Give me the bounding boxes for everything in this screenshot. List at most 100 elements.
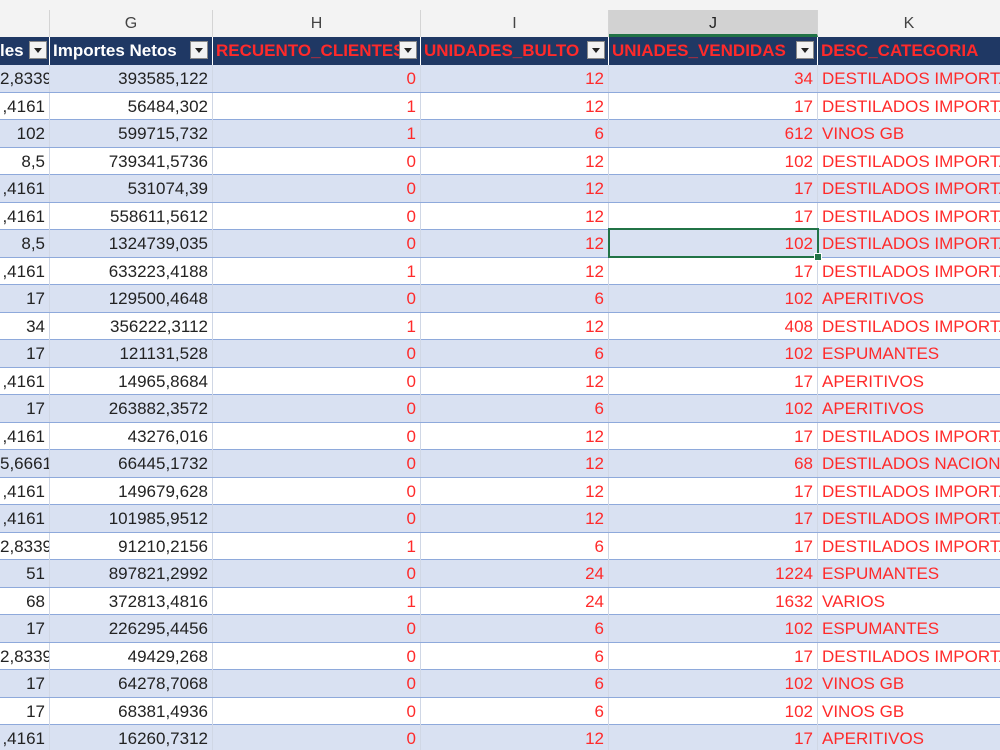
cell-unidades-bulto[interactable]: 12 — [421, 175, 609, 202]
column-header-j[interactable]: J — [609, 10, 818, 37]
cell-importes-netos[interactable]: 633223,4188 — [50, 257, 213, 285]
cell-uniades-vendidas[interactable]: 17 — [609, 477, 818, 505]
cell-desc-categoria[interactable]: DESTILADOS IMPORTA — [818, 230, 1000, 257]
cell-importes-netos[interactable]: 66445,1732 — [50, 450, 213, 477]
cell-recuento-clientes[interactable]: 0 — [213, 725, 421, 750]
cell-unidades-bulto[interactable]: 12 — [421, 257, 609, 285]
cell-desc-categoria[interactable]: DESTILADOS IMPORTA — [818, 148, 1000, 175]
cell-recuento-clientes[interactable]: 0 — [213, 615, 421, 642]
cell-importes-netos[interactable]: 129500,4648 — [50, 285, 213, 312]
cell-unidades-bulto[interactable]: 12 — [421, 65, 609, 92]
cell-recuento-clientes[interactable]: 1 — [213, 120, 421, 147]
cell-recuento-clientes[interactable]: 0 — [213, 395, 421, 422]
cell-desc-categoria[interactable]: DESTILADOS IMPORTA — [818, 65, 1000, 92]
cell-unidades-bulto[interactable]: 12 — [421, 477, 609, 505]
cell-f[interactable]: 2,8339 — [0, 532, 50, 560]
cell-importes-netos[interactable]: 49429,268 — [50, 642, 213, 670]
cell-recuento-clientes[interactable]: 0 — [213, 175, 421, 202]
cell-uniades-vendidas[interactable]: 102 — [609, 670, 818, 697]
cell-uniades-vendidas[interactable]: 102 — [609, 697, 818, 725]
cell-unidades-bulto[interactable]: 6 — [421, 697, 609, 725]
cell-unidades-bulto[interactable]: 12 — [421, 422, 609, 450]
cell-unidades-bulto[interactable]: 12 — [421, 367, 609, 395]
cell-recuento-clientes[interactable]: 0 — [213, 670, 421, 697]
cell-recuento-clientes[interactable]: 1 — [213, 92, 421, 120]
cell-uniades-vendidas[interactable]: 17 — [609, 422, 818, 450]
cell-f[interactable]: ,4161 — [0, 422, 50, 450]
header-cell-uniades-vendidas[interactable]: UNIADES_VENDIDAS — [609, 37, 818, 65]
cell-unidades-bulto[interactable]: 6 — [421, 670, 609, 697]
cell-desc-categoria[interactable]: DESTILADOS IMPORTA — [818, 203, 1000, 230]
cell-desc-categoria[interactable]: DESTILADOS IMPORTA — [818, 423, 1000, 450]
cell-desc-categoria[interactable]: DESTILADOS IMPORTA — [818, 505, 1000, 532]
header-cell-desc-categoria[interactable]: DESC_CATEGORIA — [818, 37, 1000, 65]
cell-f[interactable]: ,4161 — [0, 92, 50, 120]
header-cell-recuento-clientes[interactable]: RECUENTO_CLIENTES — [213, 37, 421, 65]
cell-uniades-vendidas[interactable]: 17 — [609, 725, 818, 750]
filter-dropdown-icon[interactable] — [587, 41, 605, 59]
header-cell-unidades-bulto[interactable]: UNIDADES_BULTO — [421, 37, 609, 65]
cell-uniades-vendidas[interactable]: 102 — [609, 230, 818, 257]
cell-recuento-clientes[interactable]: 1 — [213, 532, 421, 560]
cell-desc-categoria[interactable]: DESTILADOS IMPORTA — [818, 643, 1000, 670]
filter-dropdown-icon[interactable] — [399, 41, 417, 59]
cell-unidades-bulto[interactable]: 12 — [421, 312, 609, 340]
cell-uniades-vendidas[interactable]: 17 — [609, 202, 818, 230]
header-cell-f[interactable]: les — [0, 37, 50, 65]
cell-desc-categoria[interactable]: VINOS GB — [818, 670, 1000, 697]
cell-importes-netos[interactable]: 1324739,035 — [50, 230, 213, 257]
cell-unidades-bulto[interactable]: 6 — [421, 285, 609, 312]
cell-uniades-vendidas[interactable]: 102 — [609, 395, 818, 422]
cell-importes-netos[interactable]: 68381,4936 — [50, 697, 213, 725]
cell-f[interactable]: 51 — [0, 560, 50, 587]
cell-desc-categoria[interactable]: APERITIVOS — [818, 368, 1000, 395]
column-header-h[interactable]: H — [213, 10, 421, 37]
cell-uniades-vendidas[interactable]: 612 — [609, 120, 818, 147]
filter-dropdown-icon[interactable] — [29, 41, 47, 59]
cell-importes-netos[interactable]: 149679,628 — [50, 477, 213, 505]
header-cell-importes-netos[interactable]: Importes Netos — [50, 37, 213, 65]
cell-uniades-vendidas[interactable]: 17 — [609, 642, 818, 670]
cell-f[interactable]: 17 — [0, 395, 50, 422]
cell-uniades-vendidas[interactable]: 102 — [609, 285, 818, 312]
cell-f[interactable]: 17 — [0, 697, 50, 725]
cell-uniades-vendidas[interactable]: 17 — [609, 367, 818, 395]
cell-unidades-bulto[interactable]: 6 — [421, 395, 609, 422]
cell-uniades-vendidas[interactable]: 408 — [609, 312, 818, 340]
cell-f[interactable]: 17 — [0, 340, 50, 367]
cell-importes-netos[interactable]: 531074,39 — [50, 175, 213, 202]
cell-unidades-bulto[interactable]: 24 — [421, 560, 609, 587]
cell-importes-netos[interactable]: 356222,3112 — [50, 312, 213, 340]
cell-f[interactable]: 2,8339 — [0, 65, 50, 92]
cell-f[interactable]: ,4161 — [0, 367, 50, 395]
cell-recuento-clientes[interactable]: 1 — [213, 257, 421, 285]
cell-f[interactable]: ,4161 — [0, 725, 50, 750]
column-header-f[interactable] — [0, 10, 50, 37]
cell-recuento-clientes[interactable]: 0 — [213, 230, 421, 257]
cell-importes-netos[interactable]: 226295,4456 — [50, 615, 213, 642]
cell-unidades-bulto[interactable]: 12 — [421, 725, 609, 750]
cell-importes-netos[interactable]: 16260,7312 — [50, 725, 213, 750]
cell-desc-categoria[interactable]: APERITIVOS — [818, 395, 1000, 422]
cell-unidades-bulto[interactable]: 6 — [421, 642, 609, 670]
filter-dropdown-icon[interactable] — [796, 41, 814, 59]
cell-f[interactable]: 8,5 — [0, 147, 50, 175]
cell-importes-netos[interactable]: 393585,122 — [50, 65, 213, 92]
cell-importes-netos[interactable]: 739341,5736 — [50, 147, 213, 175]
cell-desc-categoria[interactable]: DESTILADOS IMPORTA — [818, 175, 1000, 202]
cell-recuento-clientes[interactable]: 0 — [213, 340, 421, 367]
column-header-i[interactable]: I — [421, 10, 609, 37]
cell-desc-categoria[interactable]: ESPUMANTES — [818, 340, 1000, 367]
cell-f[interactable]: ,4161 — [0, 477, 50, 505]
cell-uniades-vendidas[interactable]: 17 — [609, 92, 818, 120]
cell-importes-netos[interactable]: 897821,2992 — [50, 560, 213, 587]
cell-desc-categoria[interactable]: APERITIVOS — [818, 285, 1000, 312]
cell-recuento-clientes[interactable]: 0 — [213, 147, 421, 175]
cell-importes-netos[interactable]: 558611,5612 — [50, 202, 213, 230]
cell-f[interactable]: 8,5 — [0, 230, 50, 257]
cell-desc-categoria[interactable]: DESTILADOS IMPORTA — [818, 93, 1000, 120]
cell-uniades-vendidas[interactable]: 17 — [609, 505, 818, 532]
cell-desc-categoria[interactable]: DESTILADOS IMPORTA — [818, 533, 1000, 560]
cell-uniades-vendidas[interactable]: 17 — [609, 257, 818, 285]
cell-importes-netos[interactable]: 43276,016 — [50, 422, 213, 450]
